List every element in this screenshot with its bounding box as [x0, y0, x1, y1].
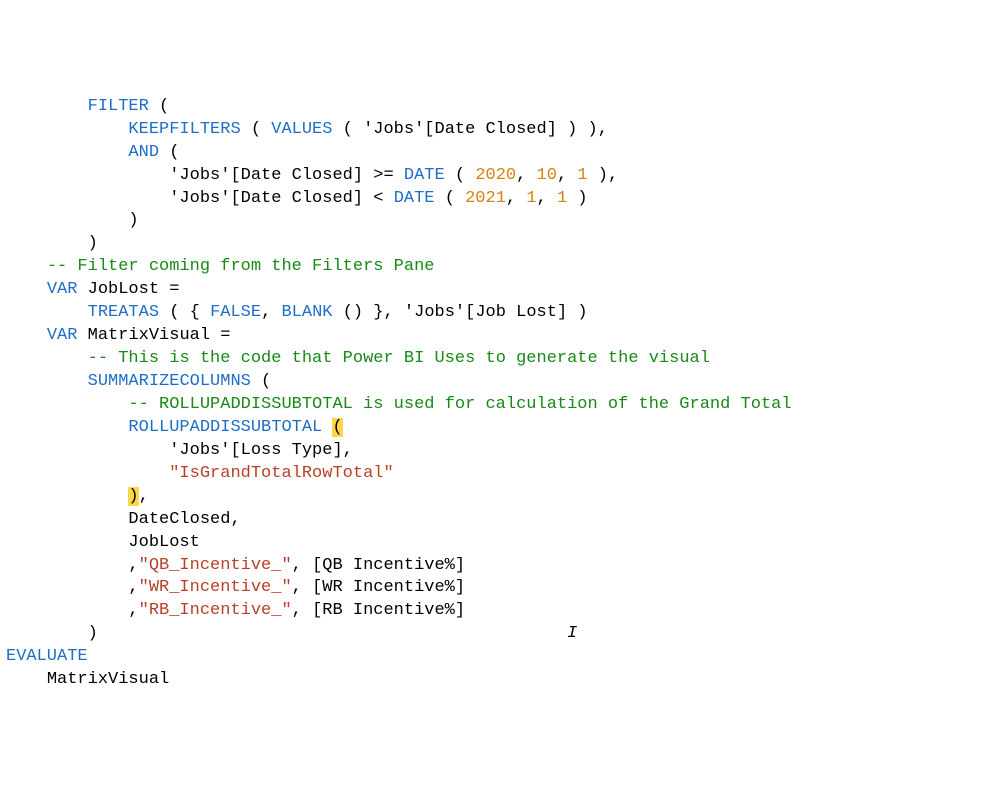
code-line: ,"QB_Incentive_", [QB Incentive%]: [6, 556, 465, 575]
code-line: TREATAS ( { FALSE, BLANK () }, 'Jobs'[Jo…: [6, 303, 588, 322]
code-line: AND (: [6, 143, 179, 162]
code-line: -- ROLLUPADDISSUBTOTAL is used for calcu…: [6, 395, 792, 414]
code-line: ROLLUPADDISSUBTOTAL (: [6, 418, 343, 437]
code-line: ) I: [6, 624, 577, 643]
code-line: JobLost: [6, 533, 200, 552]
code-line: MatrixVisual: [6, 670, 169, 689]
code-line: ,"WR_Incentive_", [WR Incentive%]: [6, 578, 465, 597]
code-line: -- Filter coming from the Filters Pane: [6, 257, 434, 276]
code-line: 'Jobs'[Date Closed] >= DATE ( 2020, 10, …: [6, 166, 618, 185]
code-line: -- This is the code that Power BI Uses t…: [6, 349, 710, 368]
code-line: ): [6, 211, 139, 230]
code-line: KEEPFILTERS ( VALUES ( 'Jobs'[Date Close…: [6, 120, 608, 139]
code-line: VAR MatrixVisual =: [6, 326, 230, 345]
code-line: SUMMARIZECOLUMNS (: [6, 372, 271, 391]
code-line: "IsGrandTotalRowTotal": [6, 464, 394, 483]
code-editor[interactable]: FILTER ( KEEPFILTERS ( VALUES ( 'Jobs'[D…: [6, 96, 985, 692]
code-line: EVALUATE: [6, 647, 88, 666]
code-line: ): [6, 234, 98, 253]
highlighted-close-paren: ): [128, 487, 138, 506]
code-line: ),: [6, 487, 149, 506]
code-line: FILTER (: [6, 97, 169, 116]
highlighted-open-paren: (: [332, 418, 342, 437]
code-line: VAR JobLost =: [6, 280, 179, 299]
code-line: ,"RB_Incentive_", [RB Incentive%]: [6, 601, 465, 620]
code-line: 'Jobs'[Date Closed] < DATE ( 2021, 1, 1 …: [6, 189, 588, 208]
text-cursor-icon: I: [567, 624, 577, 643]
code-line: DateClosed,: [6, 510, 241, 529]
code-line: 'Jobs'[Loss Type],: [6, 441, 353, 460]
